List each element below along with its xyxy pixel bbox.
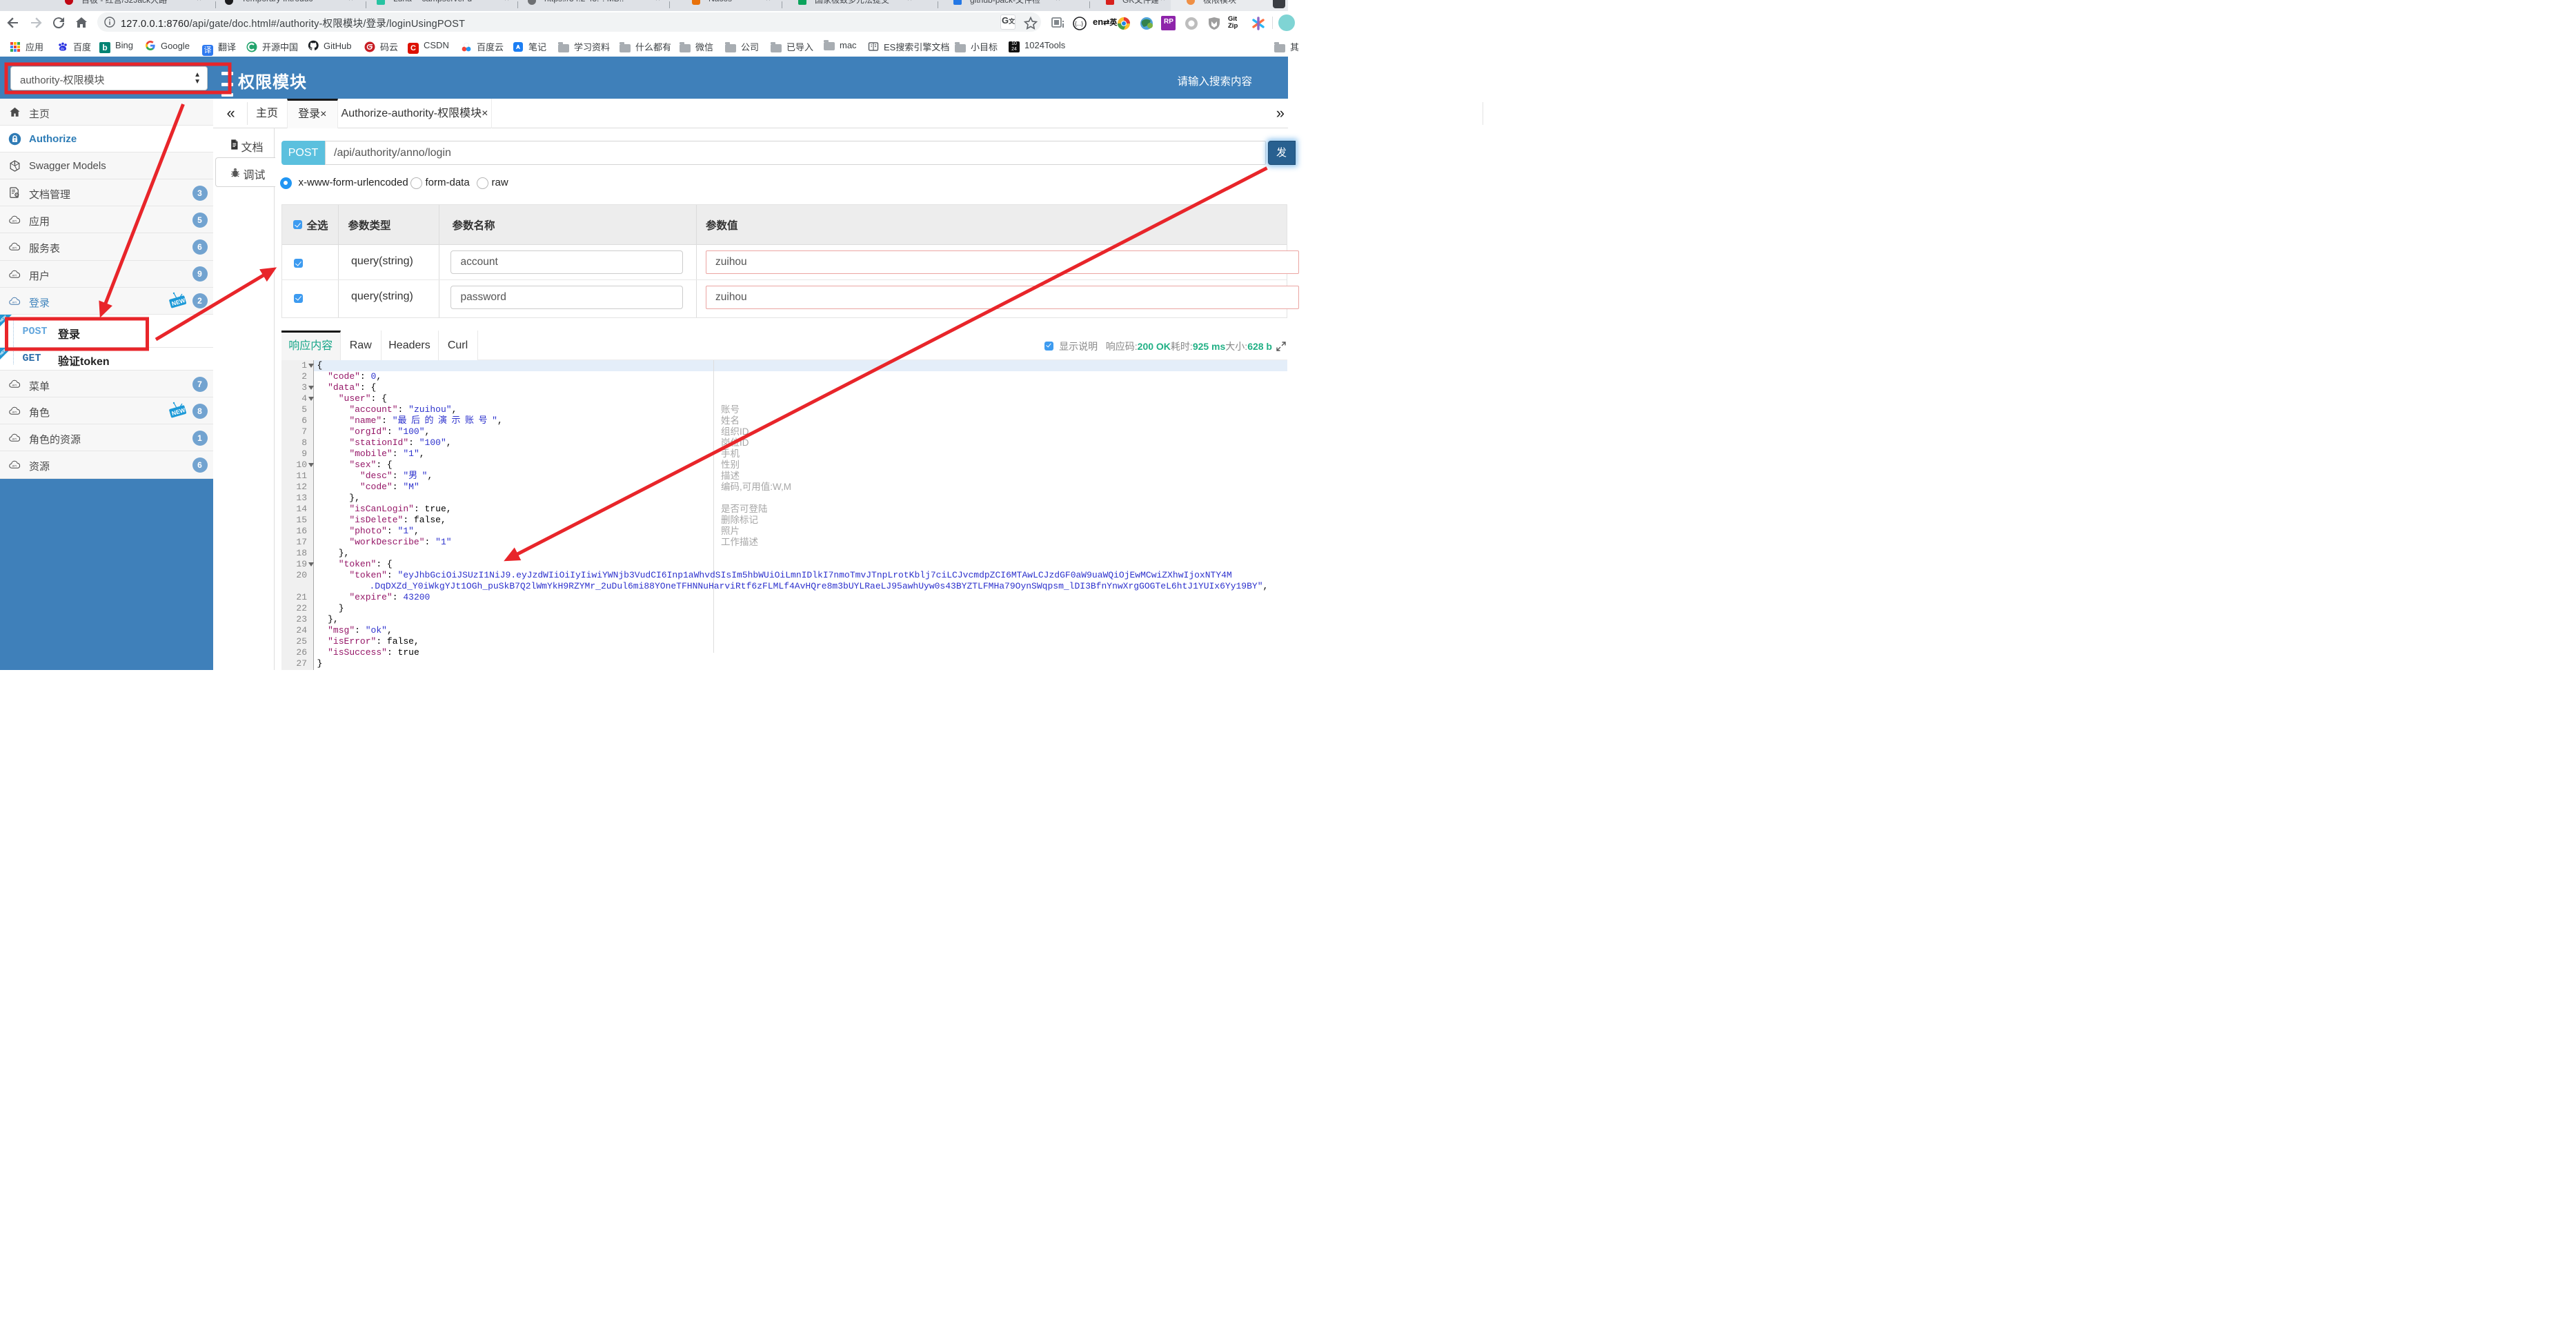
svg-text:API: API bbox=[11, 383, 17, 386]
svg-text:A: A bbox=[14, 161, 16, 164]
svg-text:{...}: {...} bbox=[1075, 21, 1083, 27]
svg-text:API: API bbox=[11, 246, 17, 250]
svg-text:API: API bbox=[11, 300, 17, 304]
svg-text:API: API bbox=[11, 411, 17, 414]
svg-text:API: API bbox=[11, 437, 17, 441]
svg-text:API: API bbox=[11, 219, 17, 223]
svg-text:API: API bbox=[11, 464, 17, 468]
svg-text:du: du bbox=[61, 47, 65, 50]
svg-text:API: API bbox=[11, 273, 17, 277]
